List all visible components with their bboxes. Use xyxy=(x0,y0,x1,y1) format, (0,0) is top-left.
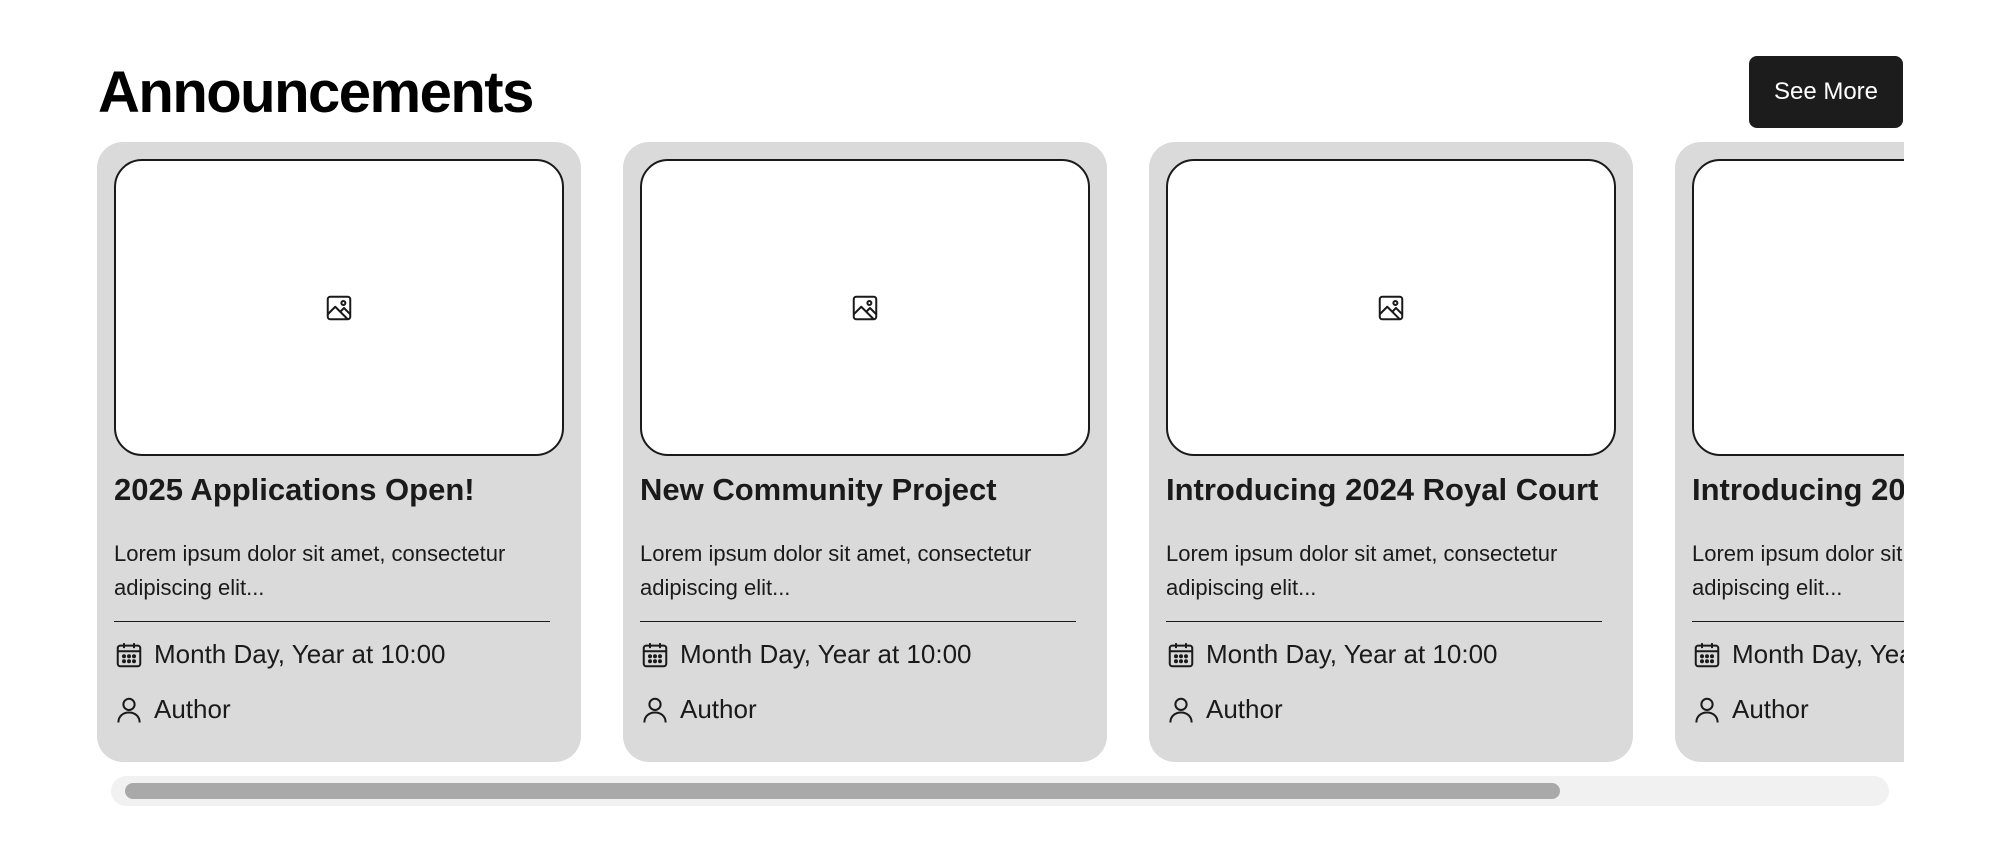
card-image-placeholder xyxy=(1166,159,1616,456)
card-excerpt: Lorem ipsum dolor sit amet, consectetur … xyxy=(1166,541,1558,600)
card-image-placeholder xyxy=(114,159,564,456)
card-date-text: Month Day, Year at 10:00 xyxy=(1732,639,1904,669)
announcement-card[interactable]: 2025 Applications Open! Lorem ipsum dolo… xyxy=(97,142,581,762)
card-author-text: Author xyxy=(154,694,231,724)
card-title: Introducing 2024 Royal Court xyxy=(1166,472,1599,507)
calendar-icon xyxy=(116,642,142,667)
announcement-card[interactable]: Introducing 2024 Royal Court Lorem ipsum… xyxy=(1149,142,1633,762)
card-excerpt: Lorem ipsum dolor sit amet, consectetur … xyxy=(1692,541,1904,600)
card-title: Introducing 2024 Royal Court xyxy=(1692,472,1904,507)
card-divider xyxy=(114,621,550,622)
card-author-text: Author xyxy=(680,694,757,724)
card-author: Author xyxy=(1692,694,1809,725)
image-icon xyxy=(852,295,878,320)
card-date: Month Day, Year at 10:00 xyxy=(1166,639,1498,670)
card-title: 2025 Applications Open! xyxy=(114,472,475,507)
horizontal-scrollbar[interactable] xyxy=(111,776,1889,806)
card-author-text: Author xyxy=(1206,694,1283,724)
card-excerpt: Lorem ipsum dolor sit amet, consectetur … xyxy=(640,541,1032,600)
calendar-icon xyxy=(1168,642,1194,667)
announcements-carousel[interactable]: 2025 Applications Open! Lorem ipsum dolo… xyxy=(97,142,1904,762)
scrollbar-thumb[interactable] xyxy=(125,783,1560,799)
card-date-text: Month Day, Year at 10:00 xyxy=(1206,639,1498,669)
announcement-card[interactable]: New Community Project Lorem ipsum dolor … xyxy=(623,142,1107,762)
card-image-placeholder xyxy=(640,159,1090,456)
card-divider xyxy=(1692,621,1904,622)
card-date: Month Day, Year at 10:00 xyxy=(1692,639,1904,670)
image-icon xyxy=(326,295,352,320)
card-excerpt: Lorem ipsum dolor sit amet, consectetur … xyxy=(114,541,506,600)
card-author-text: Author xyxy=(1732,694,1809,724)
card-date: Month Day, Year at 10:00 xyxy=(114,639,446,670)
page-title: Announcements xyxy=(98,60,534,125)
card-date: Month Day, Year at 10:00 xyxy=(640,639,972,670)
calendar-icon xyxy=(1694,642,1720,667)
card-author: Author xyxy=(1166,694,1283,725)
card-title: New Community Project xyxy=(640,472,997,507)
user-icon xyxy=(1695,697,1719,723)
image-icon xyxy=(1378,295,1404,320)
card-image-placeholder xyxy=(1692,159,1904,456)
user-icon xyxy=(1169,697,1193,723)
see-more-button[interactable]: See More xyxy=(1749,56,1903,128)
calendar-icon xyxy=(642,642,668,667)
card-date-text: Month Day, Year at 10:00 xyxy=(154,639,446,669)
announcement-card[interactable]: Introducing 2024 Royal Court Lorem ipsum… xyxy=(1675,142,1904,762)
card-divider xyxy=(640,621,1076,622)
card-date-text: Month Day, Year at 10:00 xyxy=(680,639,972,669)
user-icon xyxy=(643,697,667,723)
card-author: Author xyxy=(114,694,231,725)
card-author: Author xyxy=(640,694,757,725)
user-icon xyxy=(117,697,141,723)
image-icon xyxy=(1902,293,1904,323)
card-track: 2025 Applications Open! Lorem ipsum dolo… xyxy=(97,142,1904,762)
card-divider xyxy=(1166,621,1602,622)
